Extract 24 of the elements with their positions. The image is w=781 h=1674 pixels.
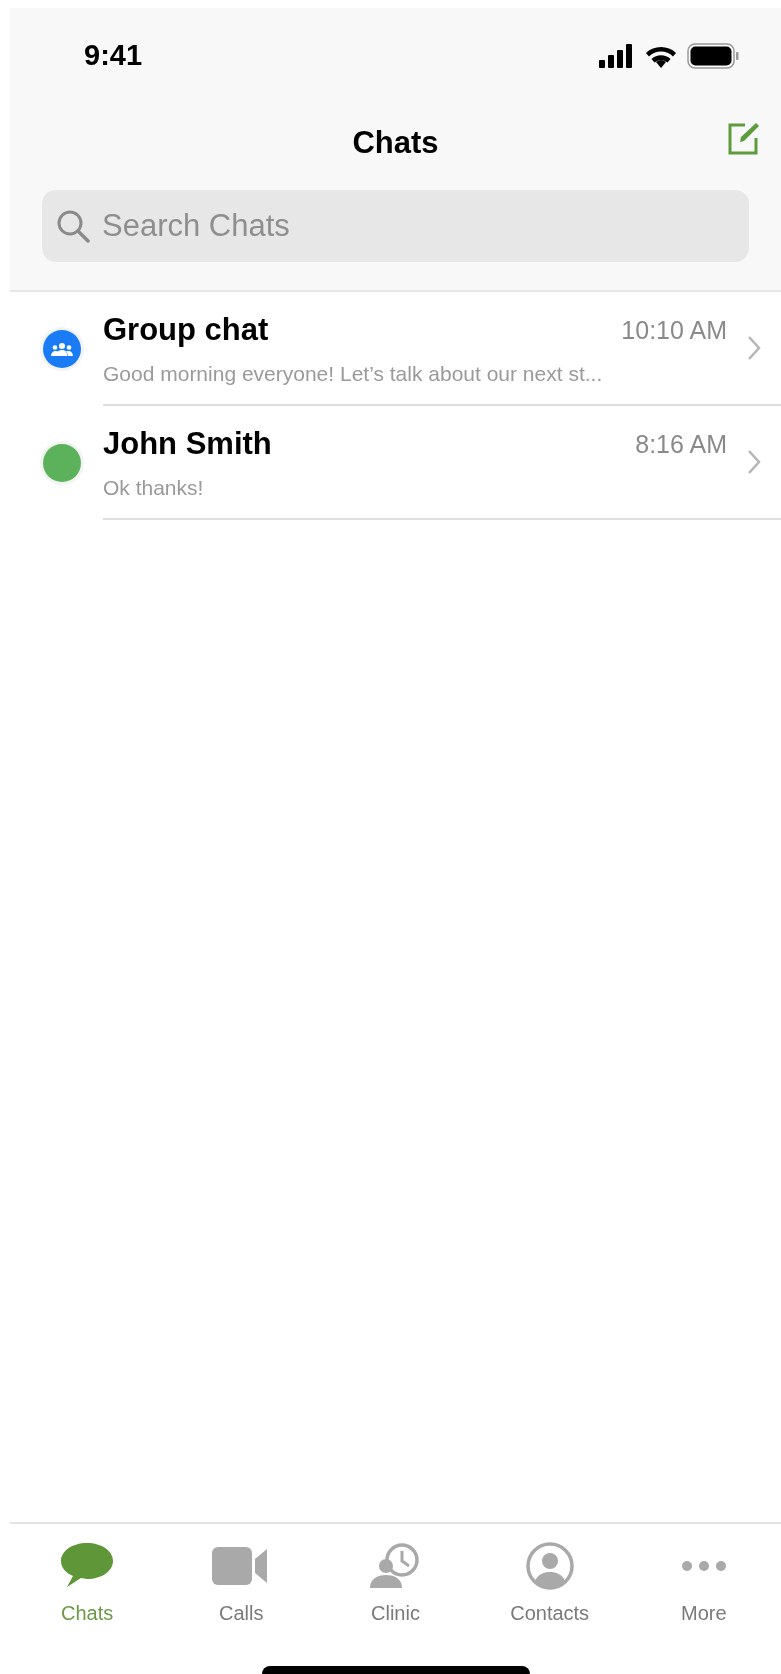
chat-name: John Smith (103, 425, 272, 463)
tab-bar-item[interactable]: Chats (27, 1538, 148, 1628)
person-circle-icon (524, 1541, 575, 1591)
screen-title: Chats (352, 123, 439, 162)
signal-icon (599, 44, 635, 68)
chat-time: 10:10 AM (621, 314, 727, 346)
battery-icon (687, 43, 739, 69)
chat-preview: Ok thanks! (103, 474, 205, 501)
chat-row[interactable]: John Smith 8:16 AM Ok thanks! (10, 406, 781, 520)
search-field[interactable]: Search Chats (42, 190, 749, 262)
chat-row[interactable]: Group chat 10:10 AM Good morning everyone! Let’s talk about our next st... (10, 292, 781, 406)
more-icon (680, 1560, 727, 1572)
chat-preview: Good morning everyone! Let’s talk about our next st... (103, 360, 604, 387)
chat-name: Group chat (103, 311, 269, 349)
chat-time: 8:16 AM (635, 428, 727, 460)
status-time: 9:41 (84, 38, 143, 74)
search-icon (56, 209, 90, 243)
tab-bar-item[interactable]: Clinic (335, 1538, 456, 1628)
chevron-right-icon (747, 449, 761, 475)
tab-bar-item[interactable]: More (643, 1538, 764, 1628)
wifi-icon (644, 44, 678, 68)
tab-bar-item[interactable]: Calls (181, 1538, 302, 1628)
tab-bar-item[interactable]: Contacts (489, 1538, 610, 1628)
chevron-right-icon (747, 335, 761, 361)
